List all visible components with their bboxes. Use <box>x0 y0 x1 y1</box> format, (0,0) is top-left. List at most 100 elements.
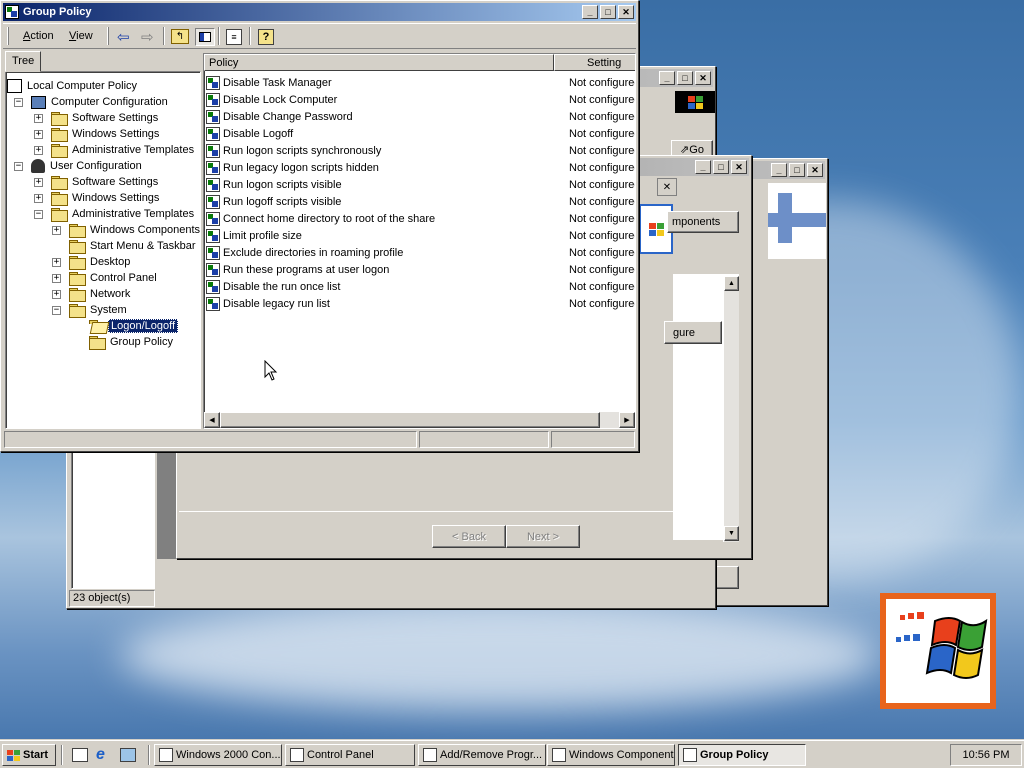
policy-row[interactable]: Run these programs at user logon Not conf… <box>206 261 635 278</box>
minimize-button[interactable]: _ <box>659 71 675 85</box>
policy-row[interactable]: Disable the run once list Not configured <box>206 278 635 295</box>
tree-item[interactable]: + Windows Settings <box>34 126 161 142</box>
policy-setting-icon <box>206 262 220 277</box>
expand-icon[interactable]: + <box>34 113 43 123</box>
tree-item[interactable]: + Administrative Templates <box>34 142 196 158</box>
tree-item[interactable]: + Control Panel <box>52 270 159 286</box>
tree-item[interactable]: + Network <box>52 286 132 302</box>
taskbar-button[interactable]: Add/Remove Progr... <box>418 744 546 766</box>
menu-action[interactable]: Action <box>23 30 54 42</box>
policy-icon <box>7 79 22 93</box>
expand-icon[interactable]: + <box>52 289 61 299</box>
scrollbar-vertical[interactable]: ▲ ▼ <box>723 276 739 542</box>
close-button[interactable]: ✕ <box>731 160 747 174</box>
close-button[interactable]: ✕ <box>807 163 823 177</box>
column-header-setting[interactable]: Setting <box>554 54 635 71</box>
components-button[interactable]: mponents <box>667 211 739 233</box>
export-list-icon[interactable]: ≡ <box>226 29 242 45</box>
tree-item[interactable]: Group Policy <box>72 334 175 350</box>
column-header-policy[interactable]: Policy <box>204 54 554 71</box>
window-title: Group Policy <box>23 6 92 18</box>
next-button[interactable]: Next > <box>506 525 580 548</box>
collapse-icon[interactable]: − <box>52 305 61 315</box>
scroll-up-button[interactable]: ▲ <box>724 276 739 291</box>
policy-row[interactable]: Run logoff scripts visible Not configured <box>206 193 635 210</box>
tree-item-label: Logon/Logoff <box>108 319 179 333</box>
policy-row[interactable]: Disable Task Manager Not configured <box>206 74 635 91</box>
tree-item[interactable]: + Desktop <box>52 254 132 270</box>
taskbar-button[interactable]: Windows Components ... <box>547 744 675 766</box>
tree-item[interactable]: Start Menu & Taskbar <box>52 238 198 254</box>
tree-pane[interactable]: Local Computer Policy − Computer Configura… <box>5 71 201 429</box>
expand-icon[interactable]: + <box>34 145 43 155</box>
expand-icon[interactable]: + <box>34 177 43 187</box>
scroll-left-button[interactable]: ◀ <box>204 412 220 428</box>
configure-button[interactable]: gure <box>664 321 722 344</box>
show-hide-tree-icon[interactable] <box>195 28 215 46</box>
tree-item[interactable]: − Computer Configuration <box>14 94 170 110</box>
dialog-close-button[interactable]: ✕ <box>657 178 677 196</box>
collapse-icon[interactable]: − <box>14 97 23 107</box>
folder-icon <box>51 144 68 158</box>
tree-item[interactable]: − User Configuration <box>14 158 144 174</box>
minimize-button[interactable]: _ <box>695 160 711 174</box>
policy-row[interactable]: Run logon scripts synchronously Not confi… <box>206 142 635 159</box>
folder-icon <box>69 240 86 254</box>
show-desktop-icon[interactable] <box>72 748 88 762</box>
tree-item[interactable]: Logon/Logoff <box>72 318 179 334</box>
policy-row[interactable]: Disable Logoff Not configured <box>206 125 635 142</box>
tree-item[interactable]: − System <box>52 302 129 318</box>
title-bar[interactable]: Group Policy _ □ ✕ <box>3 3 636 21</box>
policy-row[interactable]: Limit profile size Not configured <box>206 227 635 244</box>
help-icon[interactable]: ? <box>258 29 274 45</box>
policy-row[interactable]: Connect home directory to root of the sh… <box>206 210 635 227</box>
policy-name: Run logoff scripts visible <box>223 195 342 208</box>
collapse-icon[interactable]: − <box>14 161 23 171</box>
close-button[interactable]: ✕ <box>695 71 711 85</box>
scrollbar-horizontal[interactable]: ◀ ▶ <box>204 412 635 428</box>
policy-row[interactable]: Disable Change Password Not configured <box>206 108 635 125</box>
expand-icon[interactable]: + <box>52 225 61 235</box>
maximize-button[interactable]: □ <box>677 71 693 85</box>
system-tray-clock[interactable]: 10:56 PM <box>950 744 1022 766</box>
close-button[interactable]: ✕ <box>618 5 634 19</box>
tree-item[interactable]: + Windows Settings <box>34 190 161 206</box>
tree-item[interactable]: + Windows Components <box>52 222 200 238</box>
tree-item[interactable]: + Software Settings <box>34 174 160 190</box>
minimize-button[interactable]: _ <box>582 5 598 19</box>
scroll-right-button[interactable]: ▶ <box>619 412 635 428</box>
expand-icon[interactable]: + <box>52 257 61 267</box>
policy-row[interactable]: Disable legacy run list Not configured <box>206 295 635 312</box>
forward-arrow-icon[interactable]: ⇨ <box>141 28 154 46</box>
policy-row[interactable]: Run logon scripts visible Not configured <box>206 176 635 193</box>
tree-item[interactable]: + Software Settings <box>34 110 160 126</box>
policy-row[interactable]: Run legacy logon scripts hidden Not confi… <box>206 159 635 176</box>
tree-item[interactable]: − Administrative Templates <box>34 206 196 222</box>
tree-item-label: Software Settings <box>72 176 159 188</box>
policy-row[interactable]: Exclude directories in roaming profile No… <box>206 244 635 261</box>
scroll-thumb[interactable] <box>220 412 600 428</box>
tab-tree[interactable]: Tree <box>5 51 41 72</box>
policy-row[interactable]: Disable Lock Computer Not configured <box>206 91 635 108</box>
menu-view[interactable]: View <box>69 30 93 42</box>
expand-icon[interactable]: + <box>52 273 61 283</box>
tree-item[interactable]: Local Computer Policy <box>7 78 139 94</box>
internet-explorer-icon[interactable]: e <box>96 746 105 764</box>
taskbar-button[interactable]: Windows 2000 Con... <box>154 744 282 766</box>
taskbar-button[interactable]: Control Panel <box>285 744 415 766</box>
maximize-button[interactable]: □ <box>713 160 729 174</box>
maximize-button[interactable]: □ <box>789 163 805 177</box>
expand-icon[interactable]: + <box>34 193 43 203</box>
up-folder-icon[interactable]: ↰ <box>171 29 189 44</box>
outlook-express-icon[interactable] <box>120 748 136 762</box>
scroll-down-button[interactable]: ▼ <box>724 526 739 541</box>
expand-icon[interactable]: + <box>34 129 43 139</box>
back-button[interactable]: < Back <box>432 525 506 548</box>
control-panel-list[interactable] <box>71 449 155 589</box>
start-button[interactable]: Start <box>2 744 56 766</box>
maximize-button[interactable]: □ <box>600 5 616 19</box>
taskbar-button[interactable]: Group Policy <box>678 744 806 766</box>
collapse-icon[interactable]: − <box>34 209 43 219</box>
minimize-button[interactable]: _ <box>771 163 787 177</box>
back-arrow-icon[interactable]: ⇦ <box>117 28 130 46</box>
